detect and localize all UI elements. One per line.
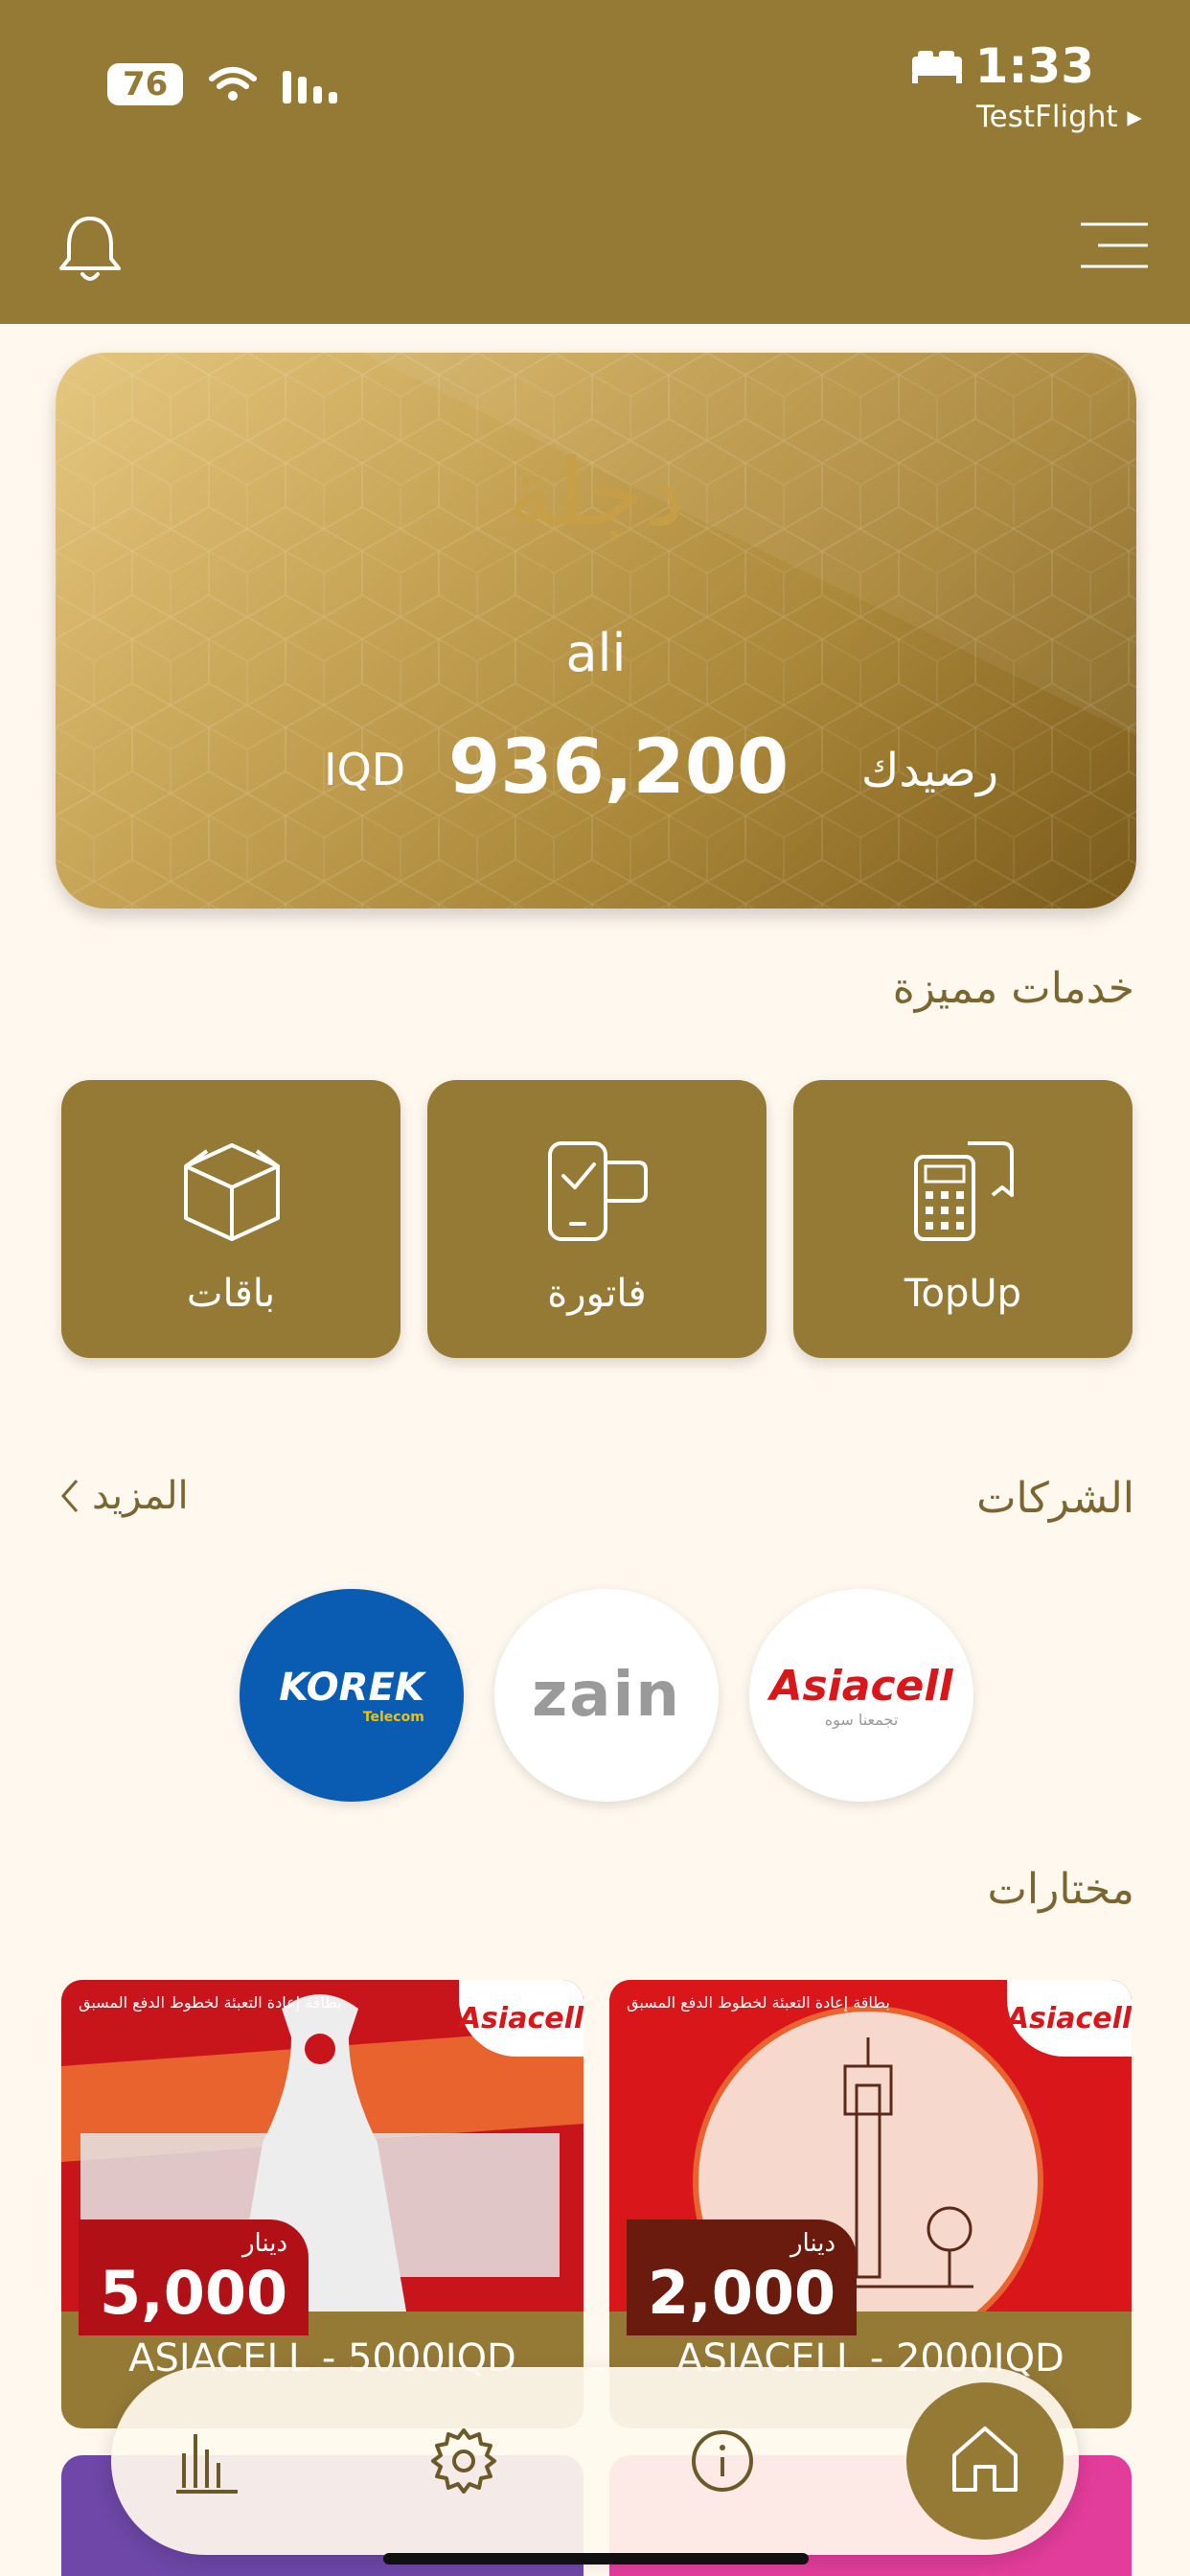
service-label: باقات <box>186 1272 276 1316</box>
chevron-left-icon <box>61 1480 79 1512</box>
top-bar: 76 1:33 TestFlight ▸ <box>0 0 1190 324</box>
balance-amount: 936,200 <box>448 724 790 811</box>
info-icon[interactable] <box>686 2425 759 2497</box>
battery-indicator: 76 <box>107 63 184 105</box>
box-icon <box>184 1143 280 1241</box>
home-icon <box>952 2426 1018 2492</box>
company-asiacell[interactable]: Asiacell تجمعنا سوه <box>749 1589 973 1802</box>
company-name: zain <box>532 1660 681 1731</box>
back-to-app[interactable]: TestFlight ▸ <box>976 100 1142 134</box>
balance-label: رصيدك <box>860 744 998 797</box>
service-bill[interactable]: فاتورة <box>427 1080 767 1358</box>
service-label: فاتورة <box>547 1272 647 1316</box>
company-korek[interactable]: KOREK Telecom <box>240 1589 464 1802</box>
clock: 1:33 <box>974 38 1094 94</box>
status-indicators: 76 <box>107 63 344 105</box>
bottom-nav <box>111 2367 1079 2555</box>
company-name: Asiacell <box>769 1662 953 1711</box>
home-indicator <box>383 2553 809 2564</box>
signal-icon <box>283 71 338 104</box>
settings-icon[interactable] <box>427 2425 500 2497</box>
chart-icon[interactable] <box>171 2425 243 2497</box>
product-card[interactable]: بطاقة إعادة التعبئة لخطوط الدفع المسبق A… <box>61 1980 584 2428</box>
product-card[interactable]: بطاقة إعادة التعبئة لخطوط الدفع المسبق A… <box>609 1980 1132 2428</box>
featured-services-title: خدمات مميزة <box>892 964 1134 1013</box>
service-label: TopUp <box>904 1272 1022 1316</box>
phone-check-icon <box>548 1141 648 1241</box>
product-price: دينار 2,000 <box>627 2220 858 2335</box>
more-link[interactable]: المزيد <box>59 1474 189 1518</box>
product-price: دينار 5,000 <box>79 2220 309 2335</box>
company-name: KOREK <box>279 1666 424 1710</box>
bed-icon <box>911 51 962 83</box>
receipt-icon <box>914 1141 1014 1241</box>
wifi-icon <box>209 67 258 101</box>
product-tagline: بطاقة إعادة التعبئة لخطوط الدفع المسبق <box>627 1993 890 2012</box>
menu-icon[interactable] <box>1079 220 1150 270</box>
service-packages[interactable]: باقات <box>61 1080 400 1358</box>
company-tagline: Telecom <box>362 1710 424 1725</box>
home-button[interactable] <box>906 2382 1064 2540</box>
company-zain[interactable]: zain <box>494 1589 719 1802</box>
product-tagline: بطاقة إعادة التعبئة لخطوط الدفع المسبق <box>79 1993 342 2012</box>
balance-card: دجلة ali IQD 936,200 رصيدك <box>56 353 1136 908</box>
bell-icon[interactable] <box>54 213 126 286</box>
brand-logo: دجلة <box>507 439 685 546</box>
picks-title: مختارات <box>987 1865 1134 1914</box>
balance-currency: IQD <box>324 744 406 795</box>
companies-title: الشركات <box>976 1474 1134 1523</box>
status-time: 1:33 <box>910 38 1094 94</box>
service-topup[interactable]: TopUp <box>793 1080 1133 1358</box>
user-name: ali <box>565 623 627 683</box>
company-tagline: تجمعنا سوه <box>824 1711 899 1729</box>
